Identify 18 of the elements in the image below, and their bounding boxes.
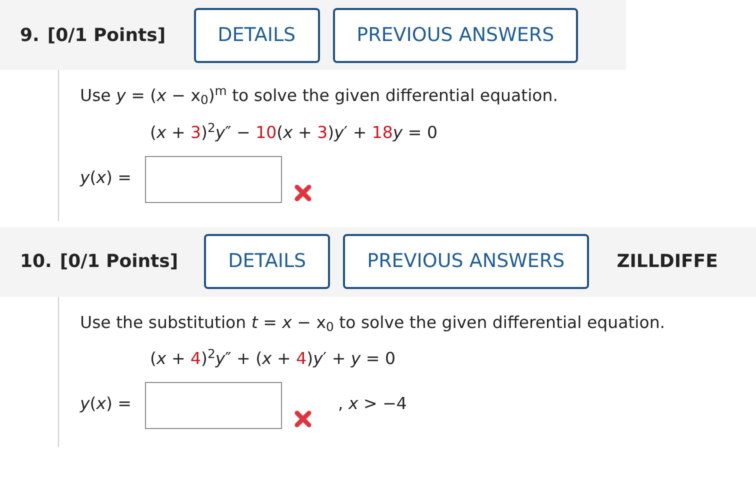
details-button[interactable]: DETAILS — [194, 8, 320, 62]
differential-equation: (x + 3)$^{2}$y″ − 10(x + 3)y′ + 18y = 0 — [150, 120, 438, 144]
question-tag: ZILLDIFFE — [616, 248, 718, 275]
points-score: [0/1 Points] — [47, 24, 166, 48]
answer-field[interactable] — [145, 382, 282, 429]
answer-label: y(x) = — [80, 393, 132, 415]
question-instruction: Use y = (x − x$_{0}$)$^{m}$ to solve the given differential equation. — [80, 84, 559, 109]
previous-answers-button[interactable]: PREVIOUS ANSWERS — [343, 234, 589, 289]
question-number: 9. — [20, 24, 40, 48]
question-instruction: Use the substitution t = x − x$_{0}$ to solve the given differential equation. — [80, 312, 666, 336]
answer-field[interactable] — [145, 156, 282, 202]
details-button[interactable]: DETAILS — [204, 234, 330, 289]
domain-condition: , x > −4 — [338, 393, 407, 415]
question-number: 10. — [20, 250, 52, 274]
answer-label: y(x) = — [80, 166, 132, 188]
differential-equation: (x + 4)$^{2}$y″ + (x + 4)y′ + y = 0 — [150, 347, 396, 370]
points-score: [0/1 Points] — [60, 250, 178, 274]
previous-answers-button[interactable]: PREVIOUS ANSWERS — [332, 8, 578, 62]
